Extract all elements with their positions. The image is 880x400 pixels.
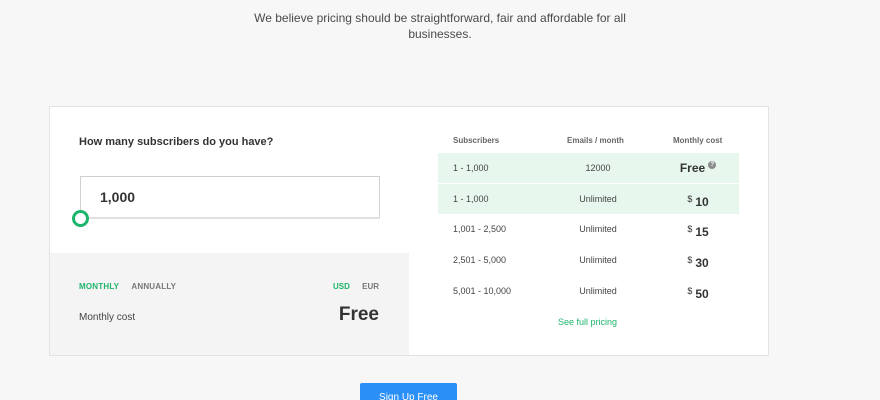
row-price: 15 <box>695 225 709 239</box>
billing-toggle: MONTHLY ANNUALLY <box>79 282 186 291</box>
row-price: 10 <box>695 195 709 209</box>
row-subscribers: 1,001 - 2,500 <box>453 224 507 234</box>
pricing-table: Subscribers Emails / month Monthly cost … <box>410 107 768 355</box>
row-emails: Unlimited <box>579 255 617 265</box>
currency-symbol: $ <box>687 194 693 204</box>
help-icon[interactable]: ? <box>708 161 717 169</box>
currency-toggle: USD EUR <box>323 282 379 291</box>
subscribers-question: How many subscribers do you have? <box>79 136 274 148</box>
row-subscribers: 1 - 1,000 <box>453 163 489 173</box>
header-emails-per-month: Emails / month <box>567 136 624 145</box>
table-row: 2,501 - 5,000 Unlimited $30 <box>438 245 739 275</box>
currency-eur-option[interactable]: EUR <box>362 282 379 291</box>
table-row: 1 - 1,000 12000 Free? <box>438 153 739 183</box>
row-emails: Unlimited <box>579 194 617 204</box>
row-emails: Unlimited <box>579 286 617 296</box>
row-subscribers: 5,001 - 10,000 <box>453 286 512 296</box>
calculator-input-section: How many subscribers do you have? <box>50 107 409 253</box>
row-subscribers: 2,501 - 5,000 <box>453 255 507 265</box>
row-emails: Unlimited <box>579 224 617 234</box>
tagline-line-1: We believe pricing should be straightfor… <box>254 11 626 25</box>
pricing-card: How many subscribers do you have? MONTHL… <box>49 106 769 356</box>
subscribers-slider-handle[interactable] <box>72 210 89 227</box>
row-price: Free <box>679 161 706 175</box>
sign-up-free-button[interactable]: Sign Up Free <box>360 383 457 400</box>
pricing-tagline: We believe pricing should be straightfor… <box>0 10 880 42</box>
row-cost: $30 <box>658 245 738 275</box>
monthly-cost-value: Free <box>338 304 379 325</box>
currency-symbol: $ <box>687 286 693 296</box>
currency-symbol: $ <box>687 224 693 234</box>
tagline-line-2: businesses. <box>408 27 472 41</box>
row-subscribers: 1 - 1,000 <box>453 194 489 204</box>
header-subscribers: Subscribers <box>453 136 500 145</box>
billing-monthly-option[interactable]: MONTHLY <box>79 282 119 291</box>
row-cost: $15 <box>658 214 738 244</box>
monthly-cost-label: Monthly cost <box>79 312 136 323</box>
table-row: 1,001 - 2,500 Unlimited $15 <box>438 214 739 244</box>
see-full-pricing-link[interactable]: See full pricing <box>558 317 617 327</box>
billing-annually-option[interactable]: ANNUALLY <box>131 282 176 291</box>
row-cost: $50 <box>658 276 738 306</box>
currency-symbol: $ <box>687 255 693 265</box>
currency-usd-option[interactable]: USD <box>333 282 350 291</box>
table-row: 1 - 1,000 Unlimited $10 <box>438 184 739 214</box>
row-cost: Free? <box>658 153 738 183</box>
header-monthly-cost: Monthly cost <box>673 136 723 145</box>
row-price: 50 <box>695 287 709 301</box>
row-cost: $10 <box>658 184 738 214</box>
row-emails: 12000 <box>585 163 611 173</box>
calculator-panel: How many subscribers do you have? MONTHL… <box>50 107 409 355</box>
subscribers-input[interactable] <box>80 176 380 218</box>
subscribers-slider-track[interactable] <box>80 217 380 219</box>
table-row: 5,001 - 10,000 Unlimited $50 <box>438 276 739 306</box>
row-price: 30 <box>695 256 709 270</box>
